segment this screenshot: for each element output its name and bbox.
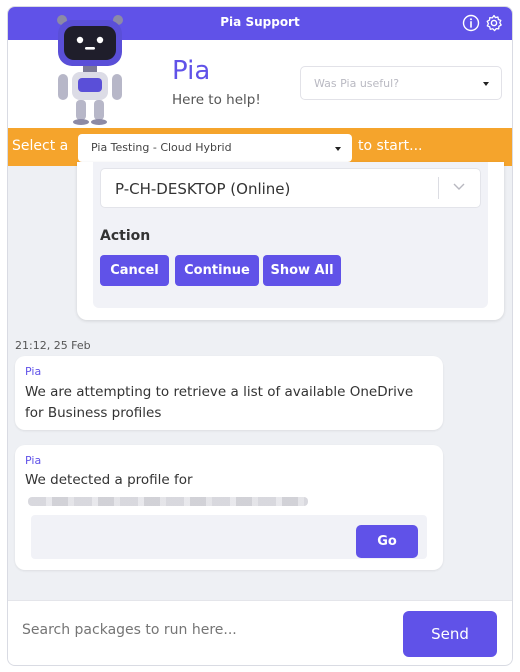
environment-dropdown-value: Pia Testing - Cloud Hybrid [91, 141, 232, 154]
caret-down-icon [483, 82, 489, 86]
redacted-profile-name [28, 497, 308, 506]
chat-message: Pia We are attempting to retrieve a list… [15, 356, 443, 430]
chat-message: Pia We detected a profile for Go [15, 445, 443, 570]
send-button[interactable]: Send [403, 611, 497, 657]
dropdown-divider [438, 177, 439, 199]
device-dropdown[interactable]: P-CH-DESKTOP (Online) [100, 168, 481, 208]
show-all-button[interactable]: Show All [263, 255, 341, 286]
assistant-header: Pia Here to help! Was Pia useful? [8, 15, 512, 128]
assistant-name: Pia [172, 56, 211, 86]
assistant-tagline: Here to help! [172, 92, 261, 108]
chevron-down-icon [452, 179, 466, 193]
selector-suffix: to start... [358, 138, 423, 154]
pia-support-window: Pia Support Pia Here to help! Was Pia us… [7, 6, 513, 666]
go-button[interactable]: Go [356, 525, 418, 558]
pia-robot-avatar [57, 15, 123, 125]
action-panel: P-CH-DESKTOP (Online) Action Cancel Cont… [93, 162, 488, 308]
feedback-dropdown[interactable]: Was Pia useful? [300, 66, 502, 100]
caret-down-icon [335, 147, 341, 151]
message-sender: Pia [25, 365, 42, 378]
message-composer: Send [8, 600, 512, 665]
chat-feed[interactable]: P-CH-DESKTOP (Online) Action Cancel Cont… [8, 162, 512, 570]
message-action-panel: Go [31, 515, 427, 559]
selector-prefix: Select a [12, 138, 69, 154]
action-label: Action [100, 228, 151, 244]
search-packages-input[interactable] [22, 618, 382, 642]
info-icon[interactable] [461, 13, 481, 33]
environment-selector-bar: Select a Pia Testing - Cloud Hybrid to s… [8, 128, 512, 166]
environment-dropdown[interactable]: Pia Testing - Cloud Hybrid [78, 134, 352, 162]
message-text: We detected a profile for [25, 472, 193, 488]
continue-button[interactable]: Continue [175, 255, 259, 286]
gear-icon[interactable] [484, 13, 504, 33]
cancel-button[interactable]: Cancel [100, 255, 169, 286]
message-timestamp: 21:12, 25 Feb [15, 339, 91, 352]
device-dropdown-value: P-CH-DESKTOP (Online) [115, 180, 291, 198]
action-card: P-CH-DESKTOP (Online) Action Cancel Cont… [77, 162, 504, 320]
message-sender: Pia [25, 454, 42, 467]
message-text: We are attempting to retrieve a list of … [25, 384, 414, 421]
feedback-dropdown-value: Was Pia useful? [314, 77, 400, 90]
